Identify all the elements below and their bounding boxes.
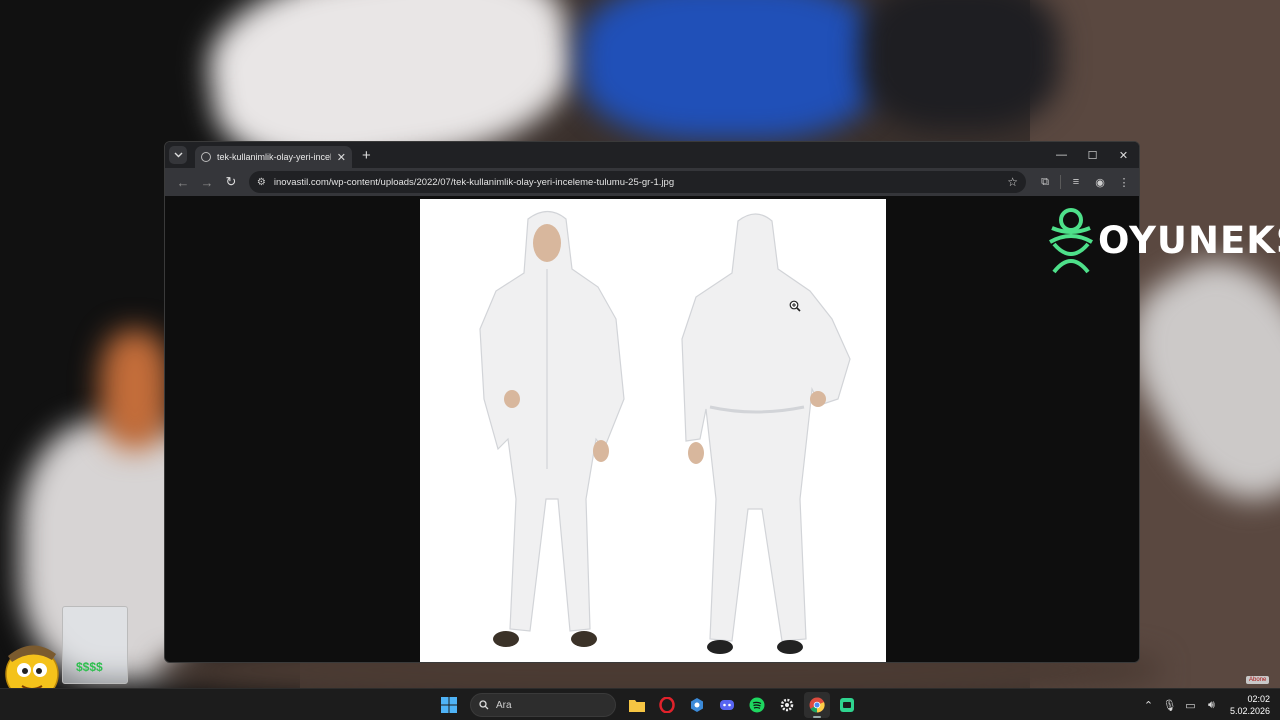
browser-toolbar: ← → ↻ ⚙ inovastil.com/wp-content/uploads…: [165, 168, 1139, 196]
search-placeholder: Ara: [496, 699, 512, 711]
zoom-in-cursor-icon: [789, 300, 801, 312]
toolbar-separator: [1060, 175, 1061, 189]
chevron-up-icon[interactable]: ⌃: [1138, 699, 1159, 712]
discord-icon: [720, 700, 734, 710]
windows-start-icon: [441, 697, 457, 713]
coverall-product-image[interactable]: [420, 199, 886, 663]
chrome-button[interactable]: [804, 692, 830, 718]
start-button[interactable]: [436, 692, 462, 718]
address-bar[interactable]: ⚙ inovastil.com/wp-content/uploads/2022/…: [248, 171, 1026, 193]
menu-icon[interactable]: ⋮: [1115, 176, 1133, 189]
clock-date: 5.02.2026: [1229, 706, 1270, 716]
logo-character-icon: [1049, 208, 1093, 274]
close-tab-icon[interactable]: ✕: [337, 151, 346, 164]
tab-search-button[interactable]: [169, 146, 187, 164]
tab-title: tek-kullanimlik-olay-yeri-incele: [217, 152, 331, 162]
system-clock[interactable]: 02:02 5.02.2026: [1230, 693, 1270, 717]
subscribe-badge: Abone: [1246, 676, 1270, 684]
globe-icon: [201, 152, 211, 162]
bg-dark-object: [860, 0, 1060, 130]
bookmark-star-icon[interactable]: ☆: [1007, 175, 1018, 189]
chrome-icon: [809, 697, 825, 713]
money-sticker-icon: $$$$: [76, 660, 103, 674]
opera-button[interactable]: [654, 692, 680, 718]
close-window-button[interactable]: ✕: [1108, 142, 1139, 168]
extensions-icon[interactable]: ⧉: [1036, 176, 1054, 189]
site-info-icon[interactable]: ⚙: [257, 177, 266, 188]
notes-icon: [840, 698, 854, 712]
clock-time: 02:02: [1247, 694, 1270, 704]
system-tray: ⌃ 🎙︎ ▭ 🔊︎ 02:02 5.02.2026: [1138, 689, 1280, 720]
window-controls: — ☐ ✕: [1046, 142, 1139, 168]
maximize-button[interactable]: ☐: [1077, 142, 1108, 168]
forward-button[interactable]: →: [195, 175, 219, 190]
volume-icon[interactable]: 🔊︎: [1201, 699, 1222, 712]
active-indicator: [813, 716, 821, 718]
discord-button[interactable]: [714, 692, 740, 718]
minimize-button[interactable]: —: [1046, 142, 1077, 168]
notes-app-button[interactable]: [834, 692, 860, 718]
app-blue-button[interactable]: [684, 692, 710, 718]
opera-icon: [659, 697, 675, 713]
taskbar: Ara ⌃ 🎙︎ ▭ �: [0, 688, 1280, 720]
taskbar-apps: Ara: [436, 692, 860, 718]
url-text: inovastil.com/wp-content/uploads/2022/07…: [273, 176, 675, 188]
profile-icon[interactable]: ◉: [1091, 176, 1109, 189]
logo-text: OYUNEKS: [1098, 218, 1280, 262]
display-icon[interactable]: ▭: [1180, 699, 1201, 712]
spotify-icon: [749, 697, 765, 713]
back-button[interactable]: ←: [171, 175, 195, 190]
bg-blue-bag: [580, 0, 880, 140]
hexagon-app-icon: [691, 698, 703, 712]
search-icon: [479, 700, 489, 710]
gear-icon: [780, 698, 794, 712]
toolbar-icons: ⧉ ≡ ◉ ⋮: [1036, 175, 1133, 189]
page-viewport: [165, 196, 1139, 662]
media-control-icon[interactable]: ≡: [1067, 176, 1085, 188]
spotify-button[interactable]: [744, 692, 770, 718]
streamer-logo: OYUNEKS: [1046, 206, 1280, 274]
file-explorer-button[interactable]: [624, 692, 650, 718]
bg-orange-box: [100, 330, 170, 450]
tab-bar: tek-kullanimlik-olay-yeri-incele ✕ + — ☐…: [165, 142, 1139, 168]
folder-icon: [629, 700, 645, 712]
reload-button[interactable]: ↻: [219, 174, 243, 190]
tab-active[interactable]: tek-kullanimlik-olay-yeri-incele ✕: [195, 146, 352, 168]
browser-window: tek-kullanimlik-olay-yeri-incele ✕ + — ☐…: [164, 141, 1140, 663]
new-tab-button[interactable]: +: [362, 147, 371, 164]
chevron-down-icon: [174, 152, 182, 158]
taskbar-search[interactable]: Ara: [470, 693, 616, 717]
microphone-icon[interactable]: 🎙︎: [1159, 699, 1180, 712]
settings-button[interactable]: [774, 692, 800, 718]
